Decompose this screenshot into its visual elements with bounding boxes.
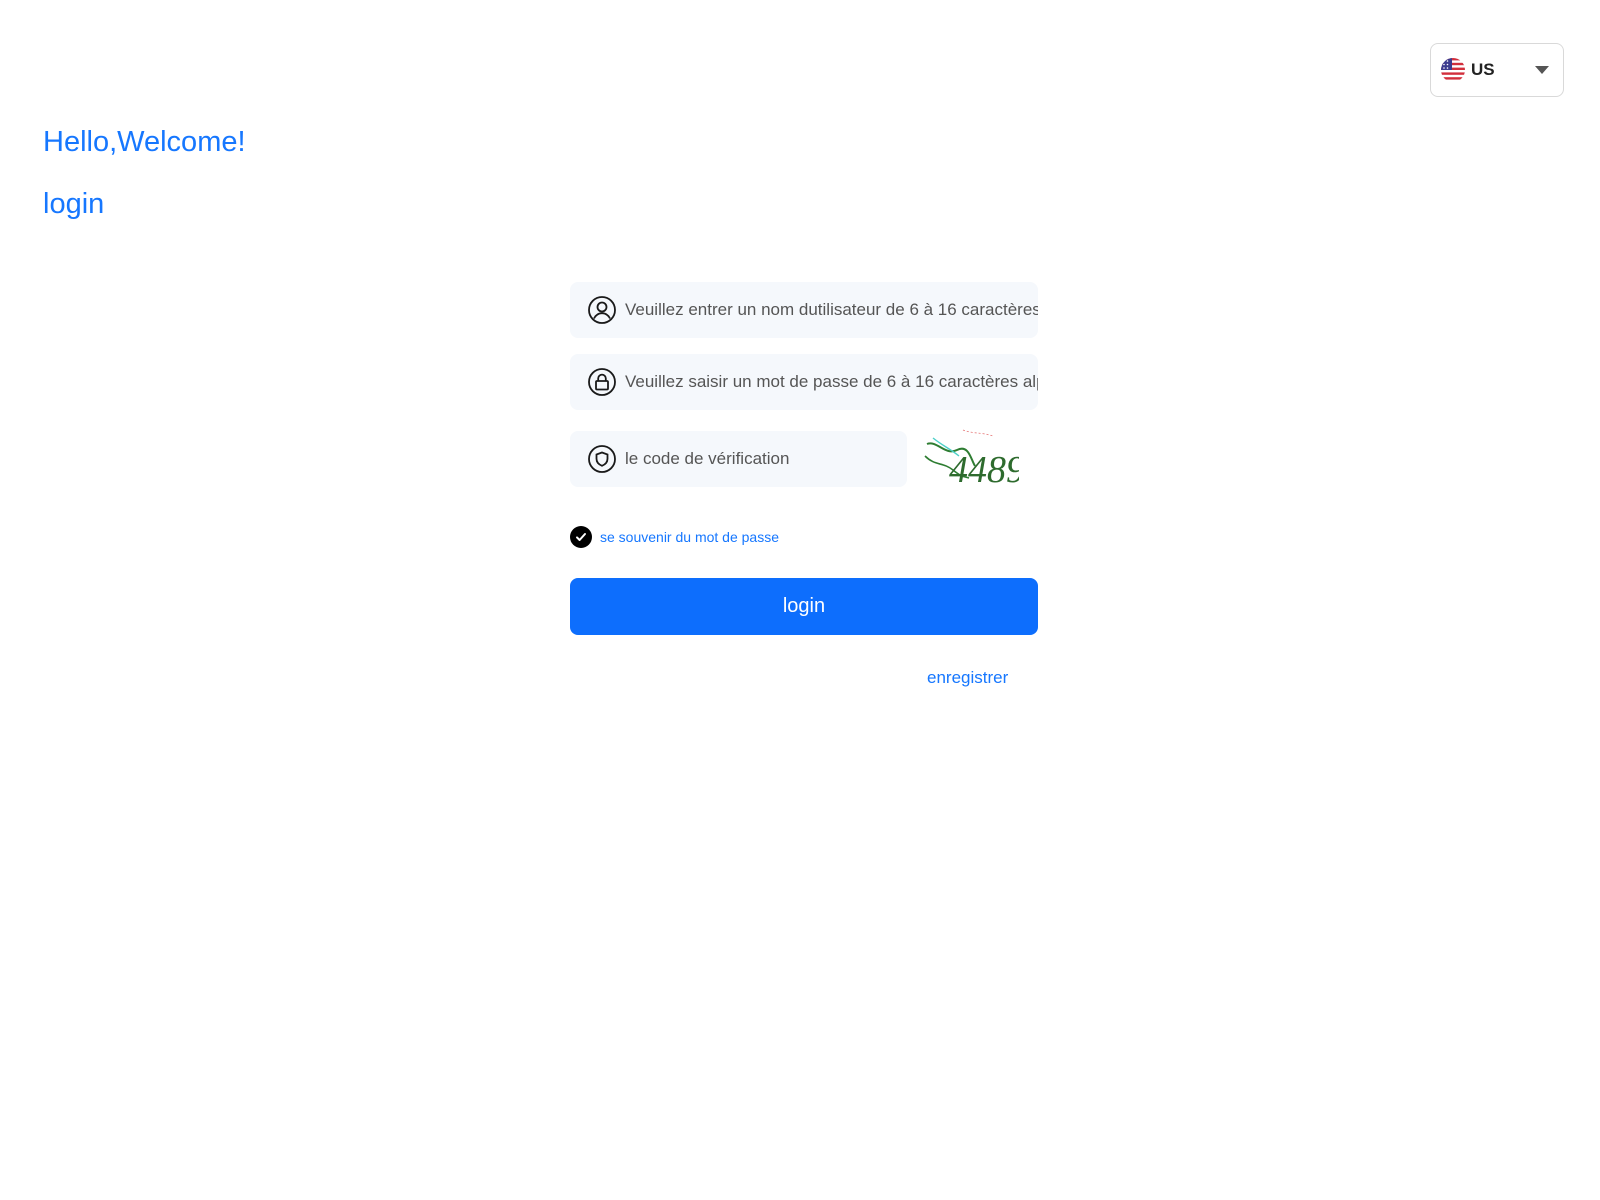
user-icon bbox=[587, 295, 617, 325]
welcome-heading: Hello,Welcome! bbox=[43, 126, 246, 158]
username-input[interactable] bbox=[617, 282, 1038, 338]
password-input[interactable] bbox=[617, 354, 1038, 410]
page-title: login bbox=[43, 188, 105, 220]
lock-icon bbox=[587, 367, 617, 397]
password-field bbox=[570, 354, 1038, 410]
login-form: 4489 se souvenir du mot de passe login bbox=[570, 282, 1038, 635]
login-page: US Hello,Welcome! login Veuillez entrer … bbox=[0, 0, 1600, 1200]
remember-password-checkbox[interactable]: se souvenir du mot de passe bbox=[570, 526, 1038, 548]
shield-icon bbox=[587, 444, 617, 474]
register-link[interactable]: enregistrer bbox=[927, 668, 1008, 688]
remember-password-label: se souvenir du mot de passe bbox=[600, 529, 779, 545]
verification-input[interactable] bbox=[617, 431, 907, 487]
verification-row: 4489 bbox=[570, 426, 1038, 492]
username-field bbox=[570, 282, 1038, 338]
us-flag-icon bbox=[1441, 58, 1465, 82]
language-label: US bbox=[1471, 60, 1495, 79]
language-selector[interactable]: US bbox=[1430, 43, 1564, 97]
login-button[interactable]: login bbox=[570, 578, 1038, 635]
captcha-image[interactable]: 4489 bbox=[923, 426, 1025, 492]
checkmark-icon bbox=[570, 526, 592, 548]
verification-field bbox=[570, 431, 907, 487]
captcha-text: 4489 bbox=[949, 449, 1019, 491]
chevron-down-icon bbox=[1535, 66, 1549, 74]
